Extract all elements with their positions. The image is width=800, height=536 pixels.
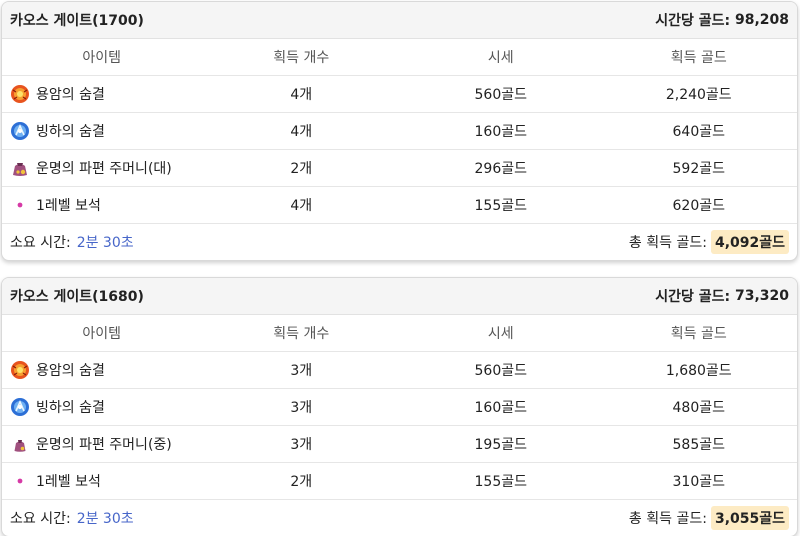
- column-header-item: 아이템: [82, 50, 122, 66]
- duration: 소요 시간: 2분 30초: [10, 232, 134, 252]
- item-count: 4개: [290, 124, 313, 140]
- table-row: 1레벨 보석 4개 155골드 620골드: [2, 187, 797, 224]
- glacier-breath-icon: [10, 121, 30, 141]
- table-row: 운명의 파편 주머니(대) 2개 296골드 592골드: [2, 150, 797, 187]
- gem-dot-icon: [10, 195, 30, 215]
- item-gold: 1,680골드: [665, 363, 732, 379]
- item-count: 3개: [290, 400, 313, 416]
- card-title: 카오스 게이트(1680): [10, 289, 144, 305]
- table-row: 운명의 파편 주머니(중) 3개 195골드 585골드: [2, 426, 797, 463]
- item-price: 155골드: [474, 474, 527, 490]
- table-row: 용암의 숨결 3개 560골드 1,680골드: [2, 352, 797, 389]
- chaos-gate-card-1680: 카오스 게이트(1680) 시간당 골드: 73,320 아이템 획득 개수 시…: [1, 277, 798, 536]
- card-header: 카오스 게이트(1700) 시간당 골드: 98,208: [2, 2, 797, 39]
- gold-per-hour-label: 시간당 골드:: [655, 289, 731, 305]
- table-header-row: 아이템 획득 개수 시세 획득 골드: [2, 315, 797, 352]
- column-header-item: 아이템: [82, 326, 122, 342]
- card-footer: 소요 시간: 2분 30초 총 획득 골드: 4,092골드: [2, 224, 797, 260]
- table-row: 1레벨 보석 2개 155골드 310골드: [2, 463, 797, 500]
- item-gold: 640골드: [672, 124, 725, 140]
- lava-breath-icon: [10, 360, 30, 380]
- item-count: 4개: [290, 87, 313, 103]
- fate-pouch-icon: [10, 434, 30, 454]
- item-name: 빙하의 숨결: [36, 400, 105, 416]
- card-header: 카오스 게이트(1680) 시간당 골드: 73,320: [2, 278, 797, 315]
- item-name: 용암의 숨결: [36, 87, 105, 103]
- item-price: 160골드: [474, 124, 527, 140]
- total-gold-value: 3,055골드: [710, 506, 789, 530]
- item-price: 155골드: [474, 198, 527, 214]
- item-count: 4개: [290, 198, 313, 214]
- page: 카오스 게이트(1700) 시간당 골드: 98,208 아이템 획득 개수 시…: [0, 0, 800, 536]
- total-gold: 총 획득 골드: 3,055골드: [629, 506, 789, 530]
- gold-per-hour-value: 98,208: [734, 12, 789, 28]
- item-gold: 620골드: [672, 198, 725, 214]
- item-name: 운명의 파편 주머니(중): [36, 437, 172, 453]
- glacier-breath-icon: [10, 397, 30, 417]
- item-count: 3개: [290, 363, 313, 379]
- gem-dot-icon: [10, 471, 30, 491]
- item-price: 296골드: [474, 161, 527, 177]
- table-row: 빙하의 숨결 3개 160골드 480골드: [2, 389, 797, 426]
- duration-value: 2분 30초: [76, 235, 134, 251]
- item-price: 195골드: [474, 437, 527, 453]
- item-gold: 585골드: [672, 437, 725, 453]
- item-gold: 2,240골드: [665, 87, 732, 103]
- table-header-row: 아이템 획득 개수 시세 획득 골드: [2, 39, 797, 76]
- item-price: 560골드: [474, 363, 527, 379]
- table-row: 용암의 숨결 4개 560골드 2,240골드: [2, 76, 797, 113]
- lava-breath-icon: [10, 84, 30, 104]
- gold-per-hour: 시간당 골드: 98,208: [655, 10, 789, 30]
- item-price: 160골드: [474, 400, 527, 416]
- item-name: 용암의 숨결: [36, 363, 105, 379]
- column-header-count: 획득 개수: [273, 326, 330, 342]
- duration-value: 2분 30초: [76, 511, 134, 527]
- column-header-count: 획득 개수: [273, 50, 330, 66]
- total-gold-label: 총 획득 골드:: [628, 235, 707, 251]
- item-name: 빙하의 숨결: [36, 124, 105, 140]
- column-header-price: 시세: [487, 50, 514, 66]
- duration-label: 소요 시간:: [10, 511, 71, 527]
- table-row: 빙하의 숨결 4개 160골드 640골드: [2, 113, 797, 150]
- duration-label: 소요 시간:: [10, 235, 71, 251]
- column-header-price: 시세: [487, 326, 514, 342]
- item-count: 2개: [290, 474, 313, 490]
- item-gold: 480골드: [672, 400, 725, 416]
- card-footer: 소요 시간: 2분 30초 총 획득 골드: 3,055골드: [2, 500, 797, 536]
- item-gold: 592골드: [672, 161, 725, 177]
- total-gold-value: 4,092골드: [710, 230, 789, 254]
- item-count: 2개: [290, 161, 313, 177]
- gold-per-hour-label: 시간당 골드:: [655, 13, 731, 29]
- item-price: 560골드: [474, 87, 527, 103]
- item-gold: 310골드: [672, 474, 725, 490]
- gold-per-hour-value: 73,320: [734, 288, 789, 304]
- duration: 소요 시간: 2분 30초: [10, 508, 134, 528]
- chaos-gate-card-1700: 카오스 게이트(1700) 시간당 골드: 98,208 아이템 획득 개수 시…: [1, 1, 798, 261]
- gold-per-hour: 시간당 골드: 73,320: [655, 286, 789, 306]
- item-count: 3개: [290, 437, 313, 453]
- card-title: 카오스 게이트(1700): [10, 13, 144, 29]
- item-name: 1레벨 보석: [36, 474, 101, 490]
- column-header-gold: 획득 골드: [670, 50, 727, 66]
- item-name: 1레벨 보석: [36, 198, 101, 214]
- column-header-gold: 획득 골드: [670, 326, 727, 342]
- fate-pouch-icon: [10, 158, 30, 178]
- item-name: 운명의 파편 주머니(대): [36, 161, 172, 177]
- total-gold: 총 획득 골드: 4,092골드: [629, 230, 789, 254]
- total-gold-label: 총 획득 골드:: [628, 511, 707, 527]
